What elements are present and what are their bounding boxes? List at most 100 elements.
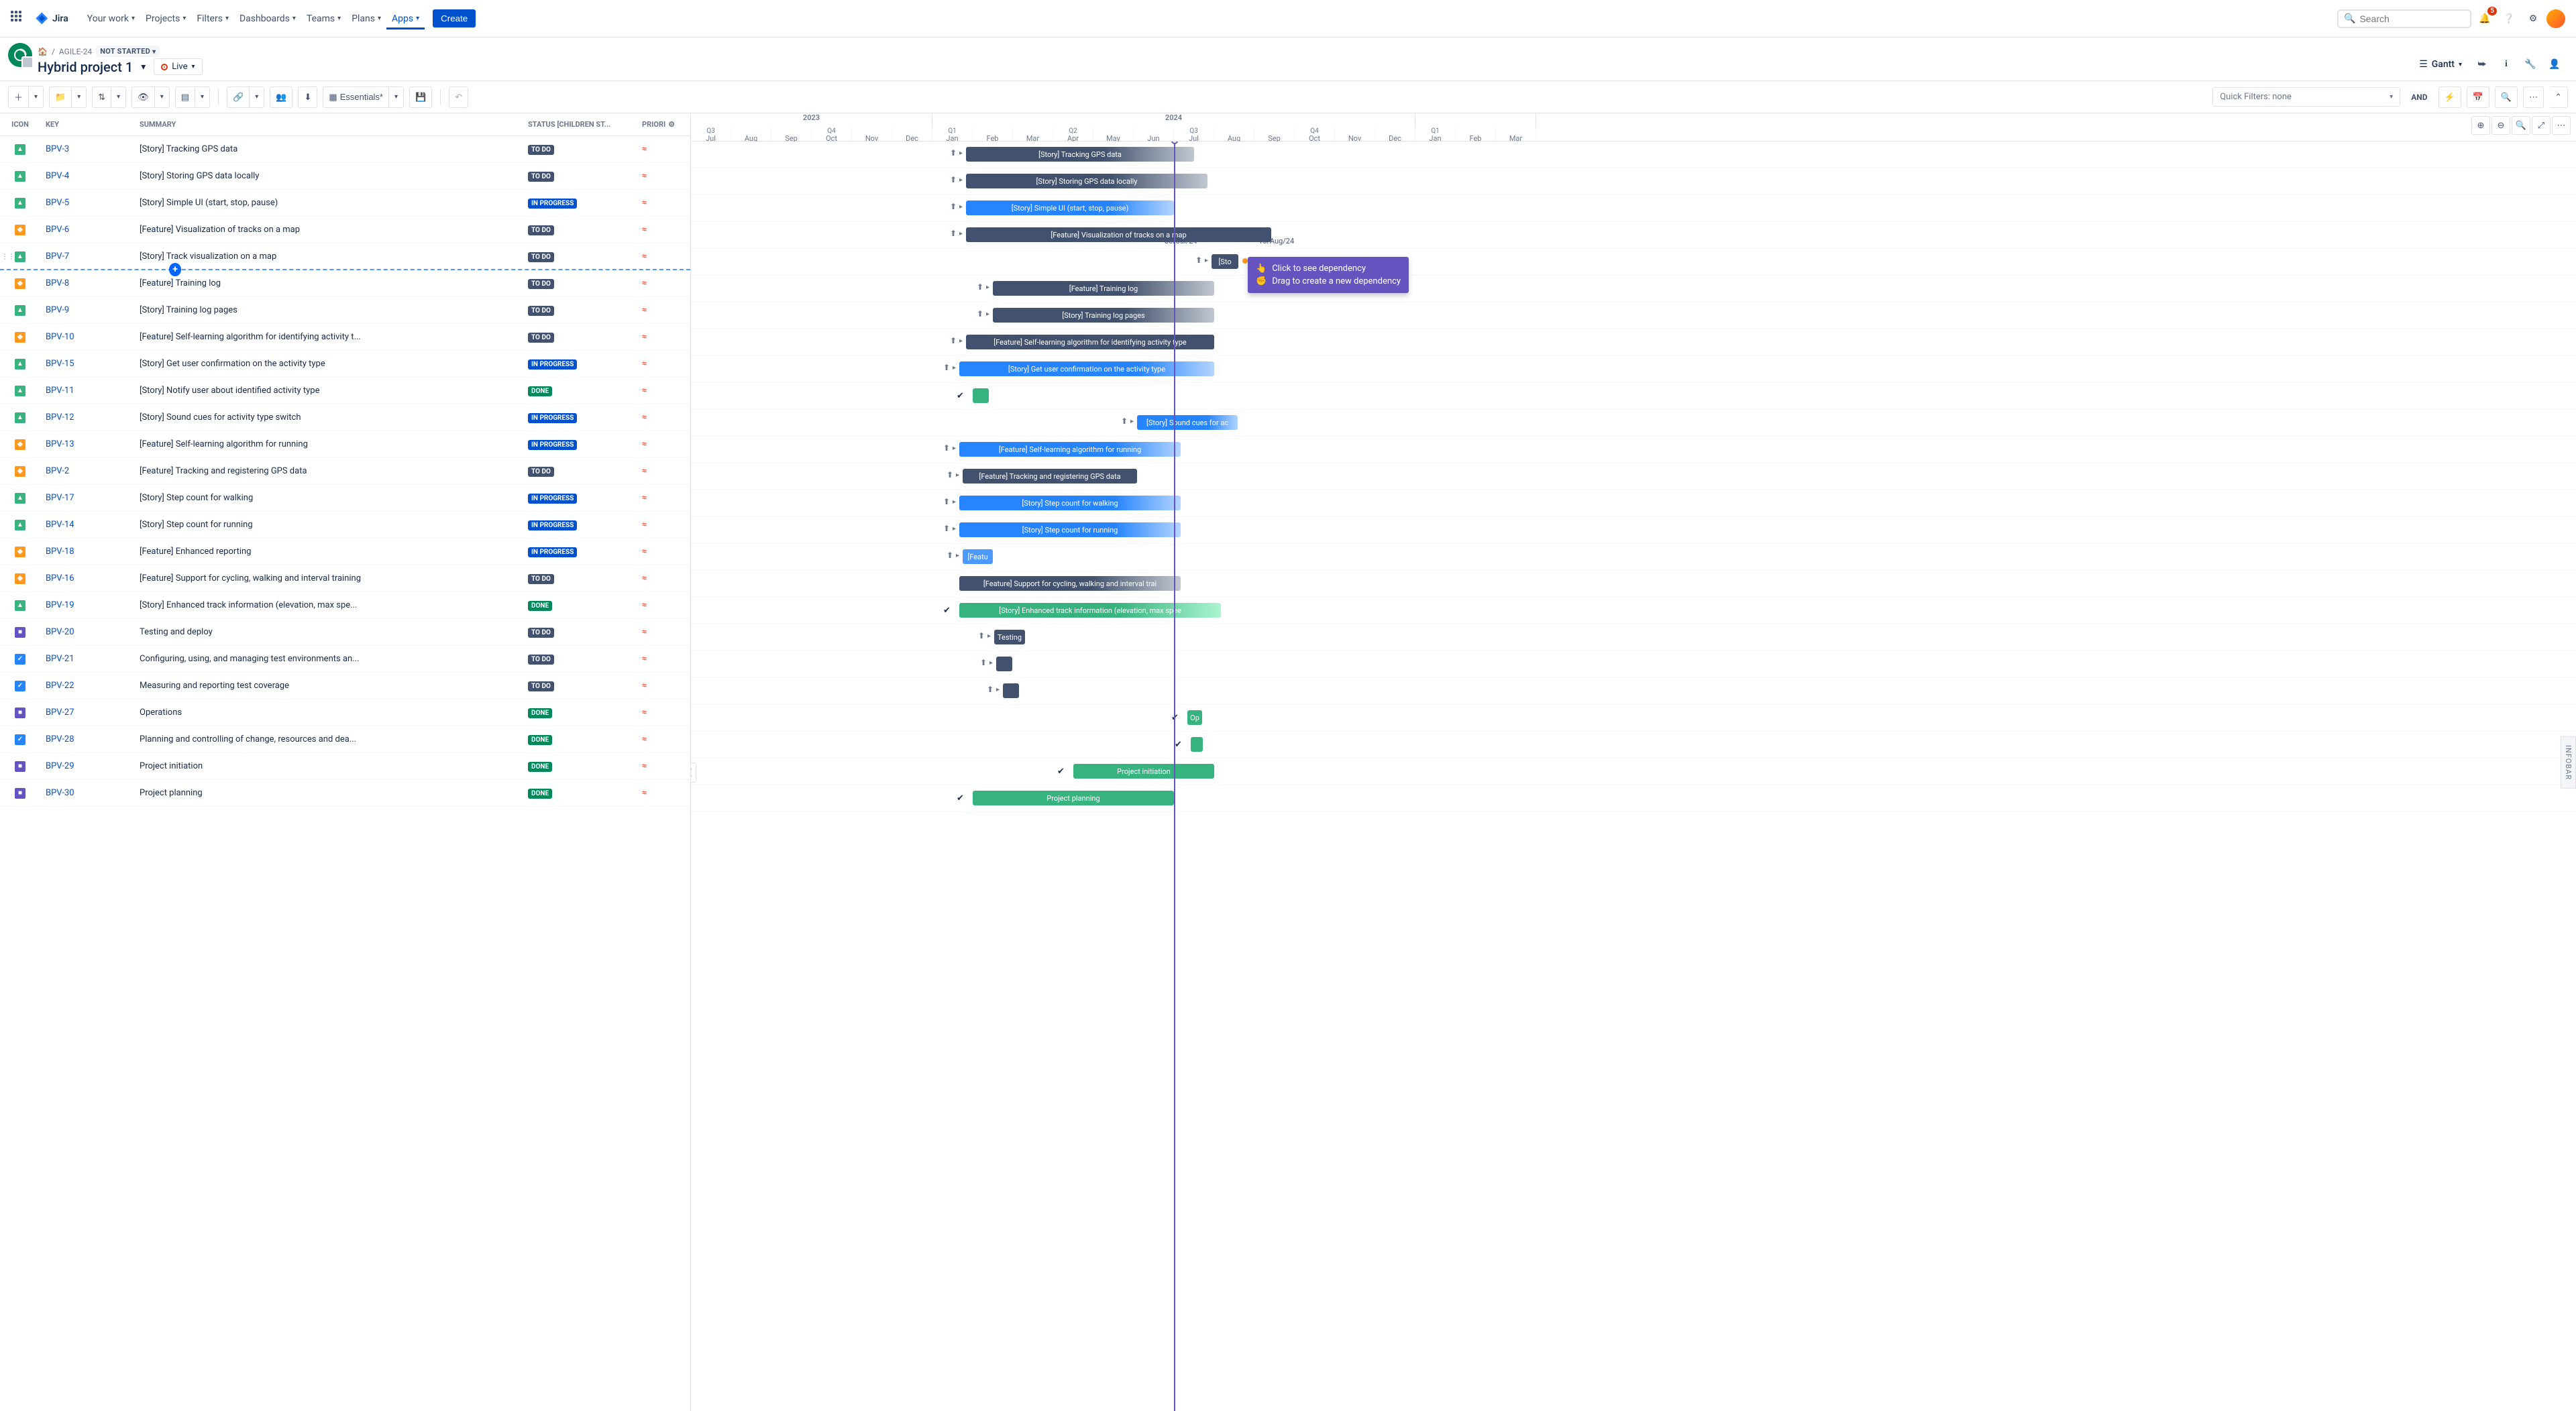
month-cell[interactable]: Dec (1375, 127, 1415, 142)
table-row[interactable]: ⋮⋮ ◆ BPV-10 [Feature] Self-learning algo… (0, 324, 690, 351)
add-row-icon[interactable]: + (169, 263, 181, 276)
month-cell[interactable]: Mar (1496, 127, 1536, 142)
user-avatar[interactable] (2546, 9, 2565, 28)
jira-logo[interactable]: Jira (35, 11, 68, 26)
table-row[interactable]: ⋮⋮ ▲ BPV-5 [Story] Simple UI (start, sto… (0, 190, 690, 217)
visibility-button[interactable]: 👁 (131, 87, 155, 108)
gantt-bar[interactable]: [Story] Storing GPS data locally (966, 174, 1208, 188)
infobar-toggle[interactable]: INFOBAR (2561, 736, 2576, 788)
month-cell[interactable]: Aug (1214, 127, 1254, 142)
more-zoom-icon[interactable]: ⋯ (2552, 116, 2571, 135)
notifications-icon[interactable]: 🔔5 (2474, 8, 2496, 30)
table-row[interactable]: ⋮⋮ ◆ BPV-18 [Feature] Enhanced reporting… (0, 539, 690, 565)
team-button[interactable]: 👥 (270, 87, 292, 108)
table-row[interactable]: ⋮⋮ ✓ BPV-22 Measuring and reporting test… (0, 673, 690, 699)
gantt-row[interactable]: ⬆▸[Feature] Visualization of tracks on a… (691, 222, 2576, 249)
table-row[interactable]: ⋮⋮ ▲ BPV-11 [Story] Notify user about id… (0, 378, 690, 404)
col-summary[interactable]: SUMMARY (134, 113, 523, 135)
status-lozenge[interactable]: TO DO (528, 574, 554, 584)
table-row[interactable]: ⋮⋮ ✓ BPV-28 Planning and controlling of … (0, 726, 690, 753)
folder-dropdown[interactable]: ▾ (72, 87, 87, 108)
month-cell[interactable]: Sep (1254, 127, 1295, 142)
info-icon[interactable]: i (2496, 54, 2517, 75)
gantt-bar[interactable]: [Story] Step count for running (959, 522, 1181, 537)
month-cell[interactable]: Q3Jul (691, 127, 731, 142)
status-lozenge[interactable]: IN PROGRESS (528, 494, 577, 504)
breadcrumb-project[interactable]: AGILE-24 (59, 47, 92, 56)
gantt-bar[interactable] (1003, 683, 1019, 698)
month-cell[interactable]: Q3Jul (1174, 127, 1214, 142)
gantt-bar[interactable]: [Feature] Self-learning algorithm for id… (966, 335, 1214, 349)
gantt-bar[interactable] (1191, 737, 1203, 752)
issue-key-link[interactable]: BPV-2 (46, 466, 69, 476)
layout-dropdown[interactable]: ▾ (195, 87, 210, 108)
gantt-row[interactable]: ⬆▸[Story] Step count for running (691, 517, 2576, 544)
live-status[interactable]: Live ▾ (154, 58, 202, 75)
gantt-row[interactable]: ⬆▸[Feature] Training log (691, 276, 2576, 302)
sort-dropdown[interactable]: ▾ (111, 87, 126, 108)
table-row[interactable]: ⋮⋮ ■ BPV-27 Operations DONE ≈ (0, 699, 690, 726)
gantt-row[interactable]: ⬆▸[Story] Storing GPS data locally (691, 168, 2576, 195)
status-lozenge[interactable]: TO DO (528, 628, 554, 638)
table-row[interactable]: ⋮⋮ ▲ BPV-14 [Story] Step count for runni… (0, 512, 690, 539)
visibility-dropdown[interactable]: ▾ (155, 87, 170, 108)
settings-icon[interactable]: ⚙ (2522, 8, 2544, 30)
wrench-icon[interactable]: 🔧 (2520, 54, 2541, 75)
status-lozenge[interactable]: DONE (528, 386, 552, 396)
home-icon[interactable]: 🏠 (38, 47, 48, 56)
status-lozenge[interactable]: IN PROGRESS (528, 547, 577, 557)
gantt-bar[interactable]: Project initiation (1073, 764, 1214, 779)
gantt-row[interactable]: ⬆▸[Feature] Self-learning algorithm for … (691, 329, 2576, 356)
status-lozenge[interactable]: TO DO (528, 467, 554, 477)
gantt-bar[interactable]: [Feature] Visualization of tracks on a m… (966, 227, 1271, 242)
gantt-bar[interactable]: Project planning (973, 791, 1174, 805)
folder-button[interactable]: 📁 (49, 87, 72, 108)
gantt-row[interactable]: ⬆▸[Story] Tracking GPS data (691, 142, 2576, 168)
month-cell[interactable]: Aug (731, 127, 771, 142)
month-cell[interactable]: Feb (1456, 127, 1496, 142)
status-lozenge[interactable]: TO DO (528, 655, 554, 665)
save-button[interactable]: 💾 (409, 87, 432, 108)
zoom-fit-icon[interactable]: ⊕ (2471, 116, 2490, 135)
status-lozenge[interactable]: IN PROGRESS (528, 440, 577, 450)
issue-key-link[interactable]: BPV-28 (46, 734, 74, 744)
zoom-out-icon[interactable]: ⊖ (2491, 116, 2510, 135)
col-status[interactable]: STATUS [CHILDREN ST... (523, 113, 637, 135)
gantt-bar[interactable]: [Story] Enhanced track information (elev… (959, 603, 1221, 618)
collapse-up-button[interactable]: ⌃ (2549, 87, 2568, 108)
gantt-row[interactable]: ✔ (691, 732, 2576, 758)
table-row[interactable]: ⋮⋮ ◆ BPV-13 [Feature] Self-learning algo… (0, 431, 690, 458)
project-dropdown-icon[interactable]: ▾ (141, 62, 146, 72)
create-button[interactable]: Create (433, 9, 476, 27)
nav-teams[interactable]: Teams ▾ (301, 8, 346, 30)
table-row[interactable]: ⋮⋮ ◆ BPV-2 [Feature] Tracking and regist… (0, 458, 690, 485)
issue-key-link[interactable]: BPV-11 (46, 386, 74, 396)
share-icon[interactable]: ⮩ (2471, 54, 2493, 75)
zoom-in-icon[interactable]: 🔍 (2512, 116, 2530, 135)
status-lozenge[interactable]: TO DO (528, 681, 554, 691)
issue-key-link[interactable]: BPV-9 (46, 305, 69, 315)
essentials-button[interactable]: ▦ Essentials* (323, 87, 389, 108)
month-cell[interactable]: Nov (1335, 127, 1375, 142)
month-cell[interactable]: Mar (1013, 127, 1053, 142)
gantt-row[interactable]: [Feature] Support for cycling, walking a… (691, 571, 2576, 598)
issue-key-link[interactable]: BPV-22 (46, 681, 74, 691)
col-key[interactable]: KEY (40, 113, 134, 135)
issue-key-link[interactable]: BPV-13 (46, 439, 74, 449)
month-cell[interactable]: Feb (973, 127, 1013, 142)
status-lozenge[interactable]: IN PROGRESS (528, 359, 577, 370)
month-cell[interactable]: Sep (771, 127, 812, 142)
gantt-row[interactable]: ✔Op (691, 705, 2576, 732)
table-row[interactable]: ⋮⋮ ✓ BPV-21 Configuring, using, and mana… (0, 646, 690, 673)
nav-apps[interactable]: Apps ▾ (386, 8, 425, 30)
status-lozenge[interactable]: TO DO (528, 333, 554, 343)
search-input[interactable] (2359, 13, 2465, 24)
gantt-row[interactable]: ⬆▸[Sto30/Jul/2416/Aug/24 (691, 249, 2576, 276)
gantt-bar[interactable]: [Story] Step count for walking (959, 496, 1181, 510)
status-lozenge[interactable]: TO DO (528, 306, 554, 316)
status-lozenge[interactable]: TO DO (528, 172, 554, 182)
gantt-bar[interactable]: [Story] Get user confirmation on the act… (959, 361, 1214, 376)
col-priority[interactable]: PRIORI⚙ (637, 113, 690, 135)
gantt-bar[interactable]: [Feature] Self-learning algorithm for ru… (959, 442, 1181, 457)
issue-key-link[interactable]: BPV-18 (46, 547, 74, 557)
